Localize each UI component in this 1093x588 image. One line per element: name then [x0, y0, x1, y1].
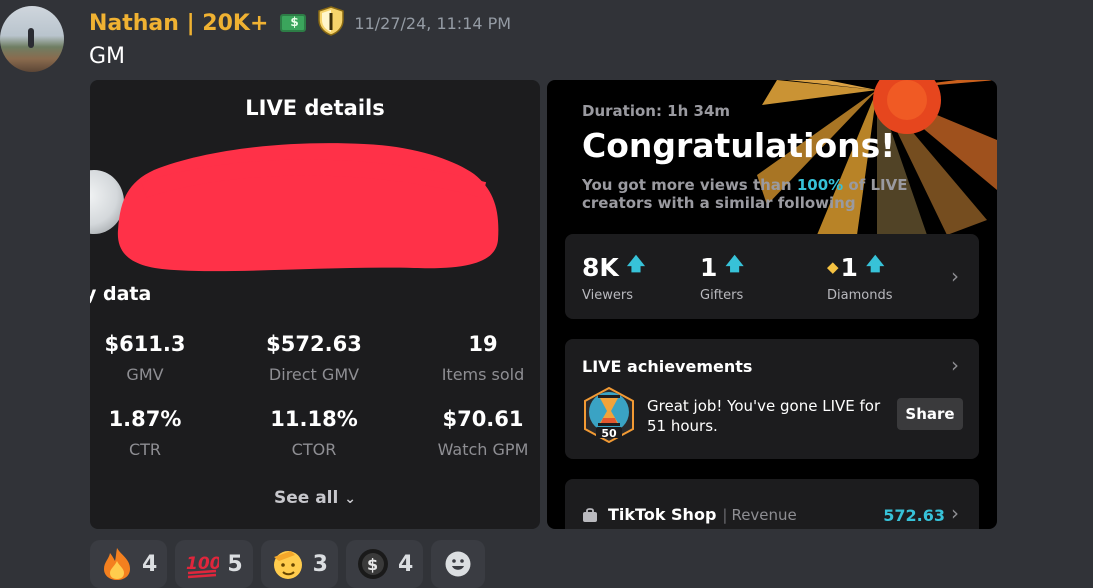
live-summary-image[interactable]: Duration: 1h 34m Congratulations! You go… — [547, 80, 997, 529]
reaction-count: 4 — [397, 551, 414, 577]
saluting-face-icon — [271, 547, 305, 581]
reaction-count: 5 — [227, 551, 243, 577]
fire-icon — [100, 547, 134, 581]
stat-label: Items sold — [441, 365, 525, 384]
diamond-icon: ◆ — [827, 258, 839, 276]
hundred-points-icon: 100 — [185, 547, 219, 581]
live-details-title: LIVE details — [245, 96, 385, 120]
reaction-count: 4 — [142, 551, 158, 577]
medal-number: 50 — [601, 427, 617, 440]
reaction-count: 3 — [312, 551, 328, 577]
add-reaction-button[interactable] — [431, 540, 486, 588]
shopping-bag-icon — [583, 507, 597, 522]
shop-separator: | — [722, 505, 728, 524]
metric-label: Gifters — [700, 288, 744, 303]
stat-ctr: 1.87% CTR — [90, 407, 220, 459]
see-all-link: See all ⌄ — [90, 488, 540, 508]
arrow-up-icon: 🡅 — [626, 254, 646, 275]
metric-value: 1 — [700, 252, 718, 282]
coin-icon: $ — [356, 547, 390, 581]
stat-label: GMV — [126, 365, 164, 384]
metric-value: 8K — [582, 252, 619, 282]
stat-value: 19 — [468, 332, 498, 356]
stat-value: 11.18% — [270, 407, 358, 431]
achievements-panel: LIVE achievements › 50 Great job! You've… — [565, 339, 979, 459]
stat-value: 1.87% — [108, 407, 182, 431]
shop-name: TikTok Shop — [608, 505, 717, 524]
section-title: y data — [90, 283, 152, 305]
redaction-scribble — [117, 143, 499, 272]
svg-text:$: $ — [367, 555, 378, 574]
metrics-panel: 8K 🡅 Viewers 1 🡅 Gifters ◆ 1 🡅 Diamonds › — [565, 234, 979, 319]
money-badge-icon — [280, 14, 307, 32]
chevron-right-icon: › — [951, 353, 959, 377]
arrow-up-icon: 🡅 — [865, 254, 885, 275]
stat-label: Direct GMV — [268, 365, 360, 384]
metric-label: Viewers — [582, 288, 633, 303]
live-details-image[interactable]: LIVE details y data $611.3 GMV $572.63 D… — [90, 80, 540, 529]
user-avatar[interactable] — [0, 6, 64, 72]
smiley-icon — [445, 551, 471, 577]
stat-label: Watch GPM — [437, 440, 529, 459]
stat-value: $70.61 — [442, 407, 524, 431]
shop-panel: TikTok Shop | Revenue 572.63 › — [565, 479, 979, 529]
achievements-title: LIVE achievements — [582, 357, 753, 376]
live-duration: Duration: 1h 34m — [582, 102, 731, 120]
metric-gifters: 1 🡅 Gifters — [700, 252, 744, 304]
reaction-salute[interactable]: 3 — [260, 540, 338, 588]
views-comparison: You got more views than 100% of LIVE cre… — [582, 176, 972, 212]
chevron-right-icon: › — [951, 501, 959, 525]
message-header: Nathan | 20K+ 11/27/24, 11:14 PM — [89, 5, 512, 41]
stat-watch-gpm: $70.61 Watch GPM — [408, 407, 540, 459]
see-all-label: See all — [273, 488, 339, 508]
stat-gmv: $611.3 GMV — [90, 332, 220, 384]
reactions-bar: 4 100 5 3 $ 4 — [90, 540, 486, 588]
message-text: GM — [89, 44, 126, 69]
metric-viewers: 8K 🡅 Viewers — [582, 252, 646, 304]
shop-revenue-value: 572.63 — [883, 506, 945, 525]
chevron-right-icon: › — [951, 264, 959, 288]
share-button: Share — [897, 398, 963, 430]
views-percent: 100% — [796, 176, 844, 194]
username[interactable]: Nathan | 20K+ — [89, 11, 268, 36]
metric-label: Diamonds — [827, 288, 893, 303]
chevron-down-icon: ⌄ — [344, 491, 356, 507]
stat-items-sold: 19 Items sold — [408, 332, 540, 384]
stat-ctor: 11.18% CTOR — [239, 407, 389, 459]
views-prefix: You got more views than — [582, 176, 797, 194]
achievement-text: Great job! You've gone LIVE for 51 hours… — [647, 397, 881, 435]
metric-value: 1 — [840, 252, 858, 282]
metric-diamonds: ◆ 1 🡅 Diamonds — [827, 252, 893, 304]
shield-badge-icon — [316, 5, 346, 41]
reaction-fire[interactable]: 4 — [90, 540, 168, 588]
reaction-coin[interactable]: $ 4 — [345, 540, 424, 588]
stat-label: CTR — [128, 440, 162, 459]
shop-revenue-label: Revenue — [731, 505, 797, 524]
stat-value: $572.63 — [266, 332, 362, 356]
congrats-headline: Congratulations! — [582, 126, 896, 165]
stat-value: $611.3 — [104, 332, 186, 356]
stat-direct-gmv: $572.63 Direct GMV — [239, 332, 389, 384]
reaction-hundred[interactable]: 100 5 — [175, 540, 253, 588]
message-timestamp: 11/27/24, 11:14 PM — [354, 13, 512, 33]
stat-label: CTOR — [291, 440, 337, 459]
arrow-up-icon: 🡅 — [725, 254, 744, 275]
